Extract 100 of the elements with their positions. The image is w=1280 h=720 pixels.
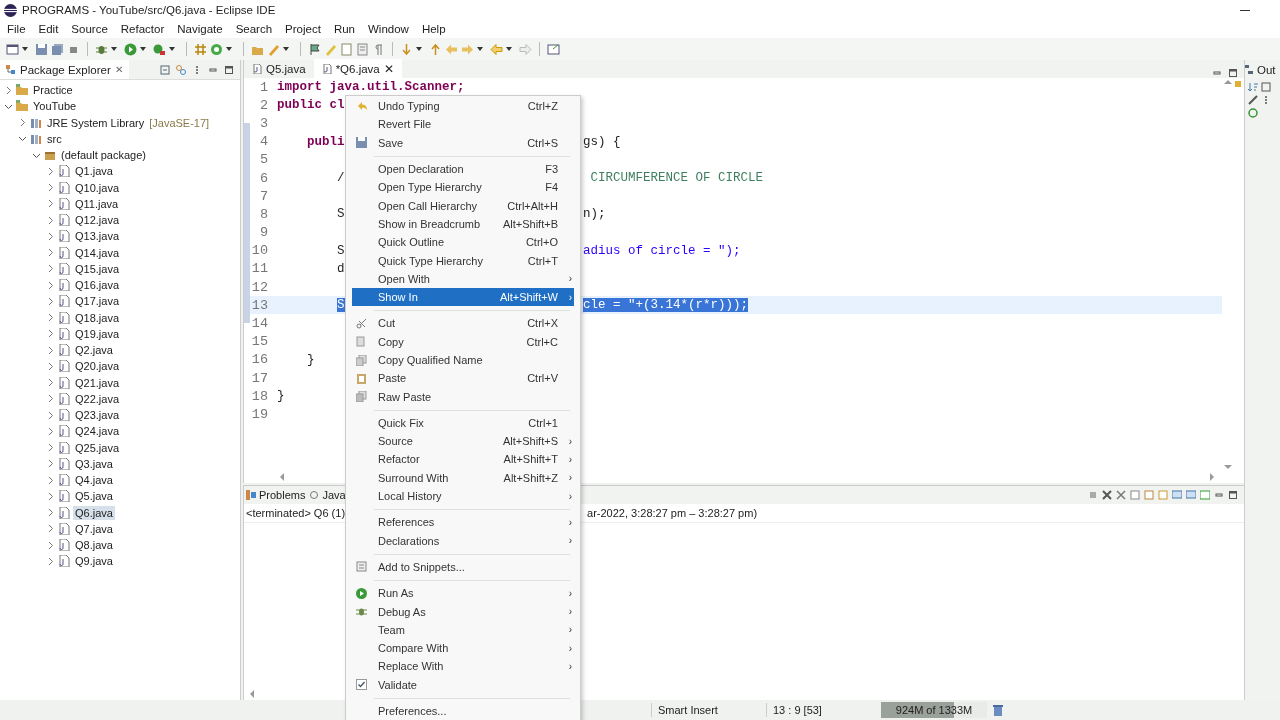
tree-item[interactable]: YouTube [31,99,79,114]
close-button[interactable]: ✕ [383,61,394,76]
menu-item[interactable]: File [2,23,34,35]
minimize-button[interactable] [1240,9,1250,11]
scroll-right-arrow-icon[interactable] [1208,473,1216,481]
tree-item[interactable]: Q25.java [73,440,122,455]
menu-item[interactable]: Source [66,23,116,35]
menu-item[interactable]: Show In Alt+Shift+W › [352,287,574,307]
view-tab[interactable]: Package Explorer ✕ [0,60,129,79]
menu-item[interactable]: Undo Typing Ctrl+Z [352,97,574,116]
menu-item[interactable]: Search [230,23,281,35]
menu-item[interactable]: Replace With › [352,657,574,676]
tree-item[interactable]: Q8.java [73,538,115,553]
menu-item[interactable]: Run As › [352,584,574,603]
menu-item[interactable]: Team › [352,620,574,639]
dropdown-caret-icon[interactable] [111,47,117,51]
tree-item[interactable]: Q4.java [73,473,115,488]
tree-item[interactable]: Q24.java [73,424,122,439]
menu-item[interactable]: Open Declaration F3 [352,159,574,179]
new-window-icon[interactable] [6,42,19,56]
run-icon[interactable] [124,42,137,56]
save-icon[interactable] [35,42,48,56]
scroll-down-arrow-icon[interactable] [1224,463,1232,471]
menu-item[interactable]: Edit [33,23,67,35]
tree-item[interactable]: Q16.java [73,278,122,293]
menu-item[interactable]: Copy Ctrl+C [352,332,574,351]
editor-tab[interactable]: Q5.java [244,59,314,78]
hide-fields-icon[interactable] [1261,82,1271,92]
flag-icon[interactable] [308,42,321,56]
menu-item[interactable]: Cut Ctrl+X [352,314,574,333]
tree-item[interactable]: Q22.java [73,391,122,406]
menu-item[interactable]: Quick Type Hierarchy Ctrl+T [352,251,574,270]
scroll-left-arrow-icon[interactable] [248,690,256,698]
close-button[interactable]: ✕ [114,64,123,75]
minimize-icon[interactable] [1214,490,1224,500]
tree-item[interactable]: Q17.java [73,294,122,309]
menu-item[interactable]: Declarations › [352,531,574,550]
tree-item[interactable]: Q14.java [73,245,122,260]
dropdown-caret-icon[interactable] [416,47,422,51]
remove-all-icon[interactable] [1116,490,1126,500]
checkbox-icon[interactable] [355,679,367,691]
tree-item[interactable]: JRE System Library [45,115,147,130]
minimize-icon[interactable] [1212,68,1222,78]
tree-item[interactable]: Q5.java [73,489,115,504]
scroll-up-arrow-icon[interactable] [1224,78,1232,86]
menu-item[interactable]: Open With › [352,269,574,288]
maximize-icon[interactable] [1228,490,1238,500]
scroll-left-arrow-icon[interactable] [278,473,286,481]
collapse-all-icon[interactable] [160,64,170,75]
menu-item[interactable]: Copy Qualified Name [352,350,574,370]
menu-item[interactable]: Window [363,23,417,35]
menu-item[interactable]: Save Ctrl+S [352,133,574,152]
tree-item[interactable]: src [45,131,64,146]
word-wrap-icon[interactable] [1144,490,1154,500]
menu-item[interactable]: References › [352,513,574,532]
menu-item[interactable]: Project [280,23,329,35]
menu-item[interactable]: Revert File [352,115,574,134]
tree-item[interactable]: Q13.java [73,229,122,244]
menu-item[interactable]: Quick Fix Ctrl+1 [352,413,574,433]
menu-item[interactable]: Raw Paste [352,387,574,406]
maximize-icon[interactable] [224,64,234,75]
view-tab[interactable]: Out [1245,60,1280,79]
editor-tab[interactable]: *Q6.java ✕ [313,59,402,78]
run-tool-icon[interactable] [153,42,166,56]
paragraph-icon[interactable] [372,42,385,56]
menu-item[interactable]: Local History › [352,486,574,506]
menu-item[interactable]: Compare With › [352,639,574,658]
tree-item[interactable]: Q21.java [73,375,122,390]
menu-item[interactable]: Help [416,23,454,35]
menu-item[interactable]: Navigate [172,23,231,35]
menu-item[interactable]: Validate [352,675,574,694]
tree-item[interactable]: Q2.java [73,343,115,358]
tree-item[interactable]: Q11.java [73,196,121,211]
tree-item[interactable]: Q10.java [73,180,122,195]
tree-item[interactable]: Practice [31,83,75,98]
dropdown-caret-icon[interactable] [140,47,146,51]
menu-item[interactable]: Source Alt+Shift+S › [352,432,574,451]
tree-item[interactable]: Q19.java [73,326,122,341]
grid-icon[interactable] [194,42,207,56]
menu-item[interactable]: Open Type Hierarchy F4 [352,178,574,197]
tree-item[interactable]: Q1.java [73,164,115,179]
tree-item[interactable]: Q12.java [73,213,122,228]
tree-item[interactable]: (default package) [59,148,148,163]
menu-item[interactable]: Paste Ctrl+V [352,369,574,388]
link-icon[interactable] [176,64,186,75]
warning-marker-icon[interactable] [1234,80,1242,88]
open-console-icon[interactable] [1186,490,1196,500]
tree-item[interactable]: Q15.java [73,261,122,276]
dropdown-caret-icon[interactable] [226,47,232,51]
scroll-lock-icon[interactable] [1130,490,1140,500]
remove-icon[interactable] [1102,490,1112,500]
menu-item[interactable]: Debug As › [352,602,574,621]
tree-item[interactable]: Q3.java [73,456,115,471]
perspective-icon[interactable] [547,42,560,56]
save-all-icon[interactable] [51,42,64,56]
dropdown-caret-icon[interactable] [169,47,175,51]
view-tab[interactable]: Java [307,485,348,505]
menu-item[interactable]: Refactor [115,23,173,35]
maximize-icon[interactable] [1228,68,1238,78]
menu-item[interactable]: Run [328,23,363,35]
